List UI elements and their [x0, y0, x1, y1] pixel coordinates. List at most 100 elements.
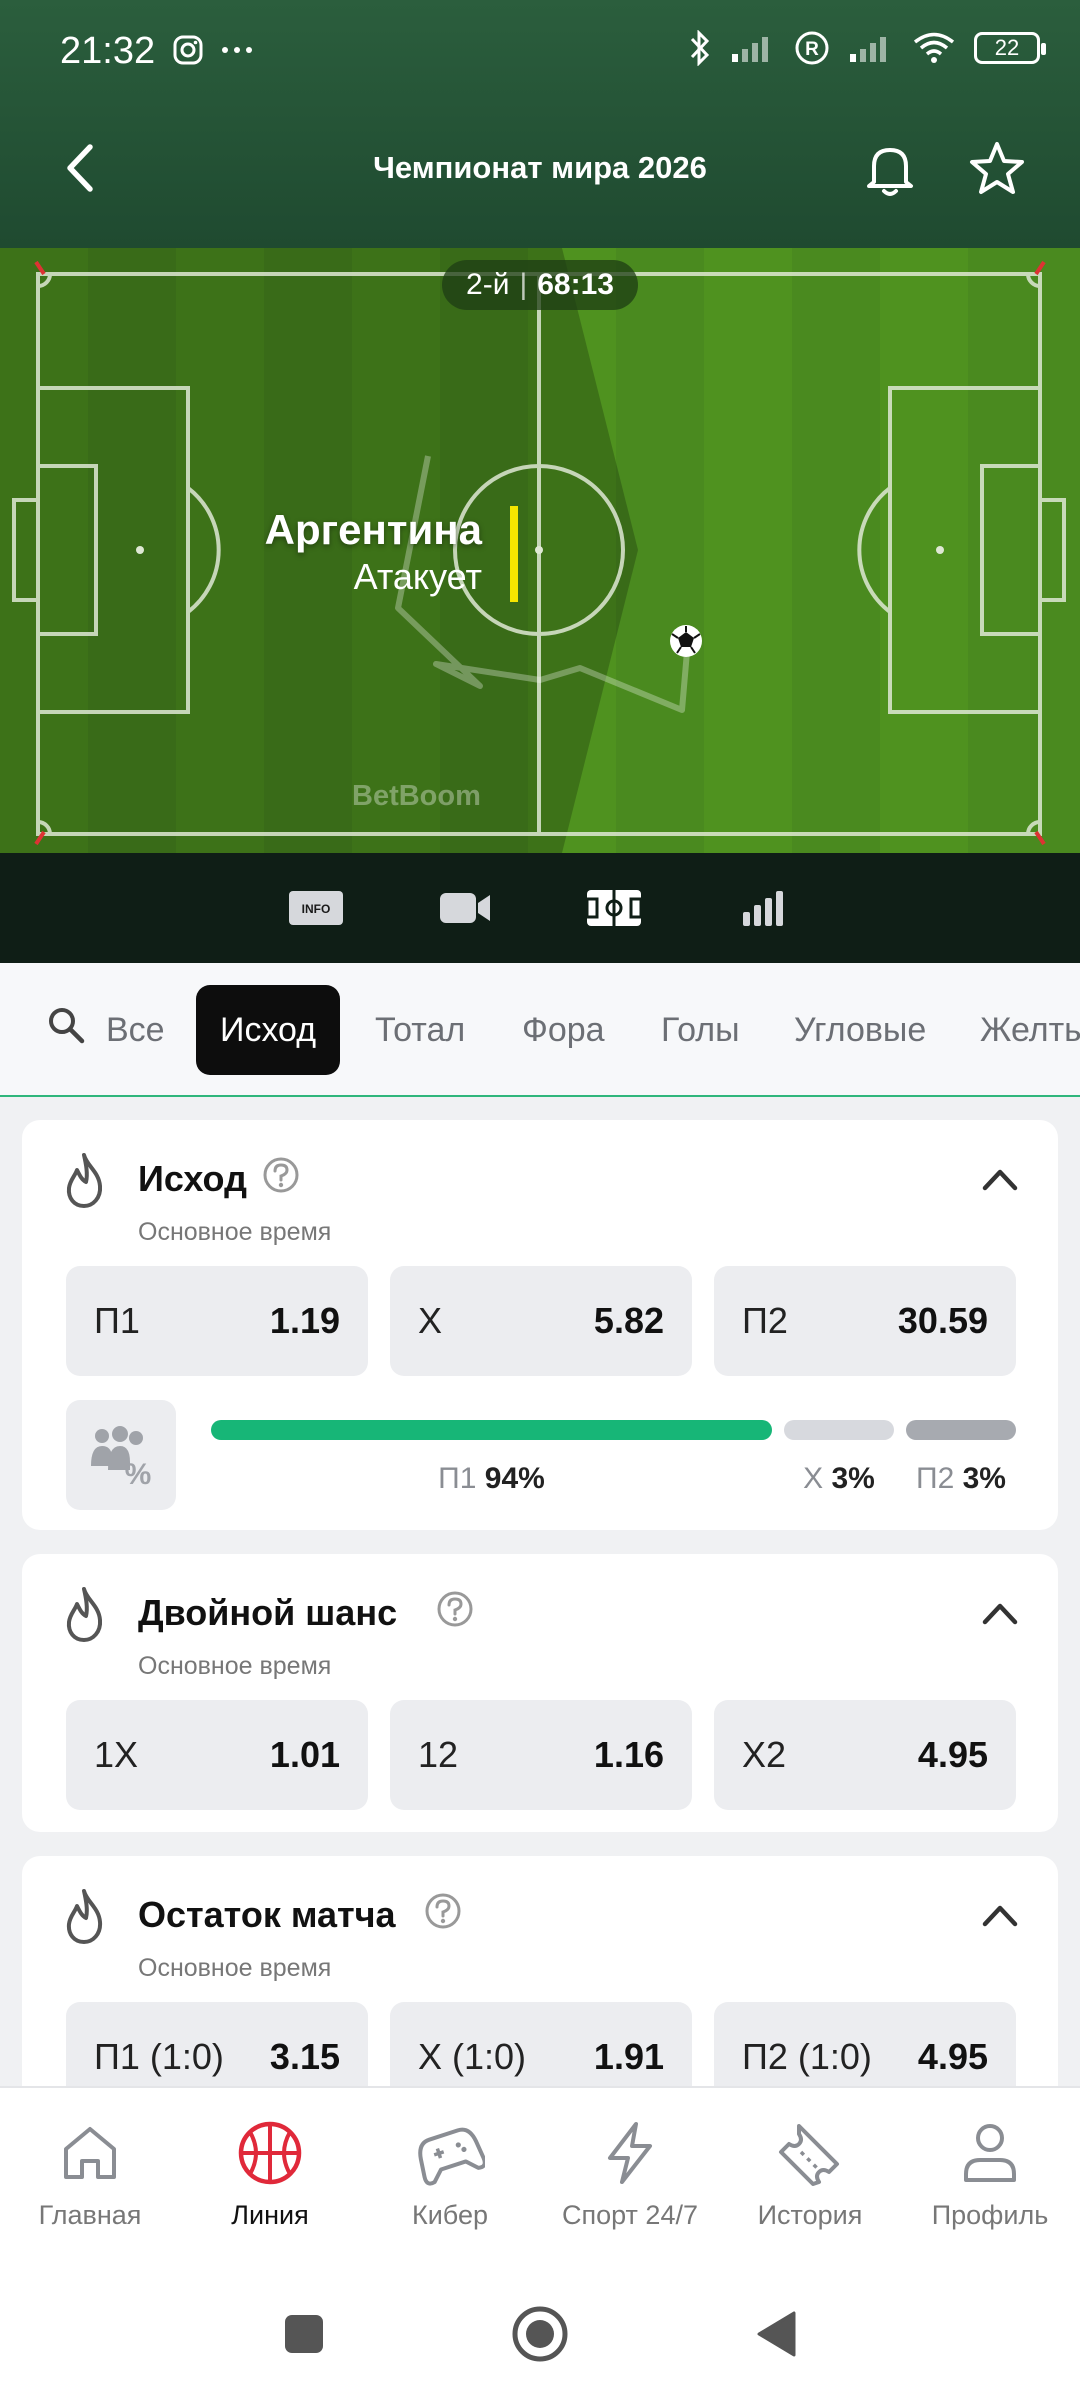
notifications-button[interactable]: [855, 134, 925, 204]
tab-stats[interactable]: [734, 883, 794, 933]
market-header[interactable]: Исход Основное время: [22, 1120, 1058, 1260]
share-key: П1: [438, 1462, 477, 1495]
svg-text:R: R: [805, 39, 819, 60]
odd-value: 1.01: [269, 1734, 340, 1775]
star-icon: [970, 142, 1024, 194]
nav-row: Чемпионат мира 2026: [0, 130, 1080, 210]
market-card-double-chance: Двойной шанс Основное время 1X 1.01 12 1…: [22, 1554, 1058, 1832]
roaming-icon: R: [795, 31, 829, 65]
market-title: Двойной шанс: [138, 1592, 398, 1633]
nav-label: Профиль: [931, 2200, 1049, 2230]
odd-button-12[interactable]: 12 1.16: [390, 1700, 692, 1810]
share-value: 3%: [831, 1462, 875, 1495]
odd-button-x2[interactable]: X2 4.95: [714, 1700, 1016, 1810]
match-time: 68:13: [537, 268, 614, 301]
signal-icon: [850, 37, 886, 62]
share-value: 94%: [484, 1462, 545, 1495]
help-icon[interactable]: [262, 1156, 300, 1194]
filter-total[interactable]: Тотал: [375, 985, 465, 1075]
nav-line[interactable]: Линия: [180, 2118, 360, 2258]
recents-button[interactable]: [274, 2304, 334, 2364]
odd-button-p2[interactable]: П2 30.59: [714, 1266, 1016, 1376]
status-left-icons: [172, 34, 254, 66]
match-period: 2-й: [466, 268, 510, 301]
nav-sport-24-7[interactable]: Спорт 24/7: [540, 2118, 720, 2258]
share-value: 3%: [962, 1462, 1006, 1495]
filter-outcome[interactable]: Исход: [196, 985, 341, 1075]
help-icon[interactable]: [424, 1892, 462, 1930]
nav-label: Главная: [38, 2200, 142, 2230]
nav-history[interactable]: История: [720, 2118, 900, 2258]
market-subtitle: Основное время: [138, 1652, 332, 1680]
odd-button-p1[interactable]: П1 1.19: [66, 1266, 368, 1376]
share-label-p1: П1 94%: [438, 1462, 545, 1496]
status-time: 21:32: [60, 30, 156, 72]
filter-corners[interactable]: Угловые: [794, 985, 926, 1075]
bet-share: % П1 94% X 3% П2 3%: [66, 1400, 1016, 1510]
filter-goals[interactable]: Голы: [661, 985, 740, 1075]
odd-button-x[interactable]: X 5.82: [390, 1266, 692, 1376]
screen: 21:32 R 22 Чемпионат мира 2026 2-й | 68:…: [0, 0, 1080, 2400]
match-tracker[interactable]: 2-й | 68:13 Аргентина Атакует BetBoom: [0, 248, 1080, 853]
info-icon-label: INFO: [302, 902, 331, 916]
odd-label: X: [418, 1300, 443, 1342]
search-icon[interactable]: [46, 1005, 86, 1045]
share-bar-x: [784, 1420, 894, 1440]
market-header[interactable]: Остаток матча Основное время: [22, 1856, 1058, 1996]
chevron-up-icon[interactable]: [980, 1900, 1020, 1930]
tab-video[interactable]: [436, 883, 496, 933]
help-icon[interactable]: [436, 1590, 474, 1628]
battery-icon: 22: [974, 32, 1046, 64]
media-tabs: INFO: [0, 853, 1080, 963]
nav-label: Кибер: [411, 2200, 488, 2230]
market-title: Остаток матча: [138, 1894, 396, 1935]
nav-profile[interactable]: Профиль: [900, 2118, 1080, 2258]
profile-icon: [955, 2118, 1025, 2188]
instagram-icon: [173, 35, 203, 65]
clock-separator: |: [519, 268, 528, 301]
nav-label: Спорт 24/7: [562, 2200, 698, 2230]
team-name: Аргентина: [264, 506, 482, 553]
more-icon: [222, 47, 252, 53]
square-icon: [285, 2315, 323, 2353]
share-label-p2: П2 3%: [916, 1462, 1006, 1496]
nav-home[interactable]: Главная: [0, 2118, 180, 2258]
favorite-button[interactable]: [962, 134, 1032, 204]
status-right: R 22: [688, 30, 1046, 66]
nav-label: Линия: [231, 2200, 309, 2230]
video-icon: [440, 893, 490, 923]
chevron-up-icon[interactable]: [980, 1598, 1020, 1628]
brand-watermark: BetBoom: [352, 780, 481, 812]
filter-all[interactable]: Все: [106, 985, 165, 1075]
home-button[interactable]: [510, 2304, 570, 2364]
flame-icon: [66, 1889, 103, 1944]
filter-yellow-cards[interactable]: Желтые: [980, 985, 1080, 1075]
chevron-up-icon[interactable]: [980, 1164, 1020, 1194]
odd-value: 5.82: [593, 1300, 664, 1341]
filter-handicap[interactable]: Фора: [522, 985, 605, 1075]
odd-button-1x[interactable]: 1X 1.01: [66, 1700, 368, 1810]
tab-info[interactable]: INFO: [286, 883, 346, 933]
odd-label: 1X: [94, 1734, 139, 1776]
bell-icon: [867, 148, 913, 196]
tab-field[interactable]: [584, 883, 644, 933]
nav-cyber[interactable]: Кибер: [360, 2118, 540, 2258]
market-header[interactable]: Двойной шанс Основное время: [22, 1554, 1058, 1694]
odd-value: 4.95: [917, 1734, 988, 1775]
odd-label: П1: [94, 1300, 140, 1342]
flame-icon: [66, 1153, 103, 1208]
bet-share-button[interactable]: %: [66, 1400, 176, 1510]
lightning-icon: [595, 2118, 665, 2188]
system-back-button[interactable]: [746, 2304, 806, 2364]
share-key: X: [803, 1462, 824, 1495]
odd-value: 30.59: [897, 1300, 988, 1341]
pitch-graphic: [0, 248, 1080, 853]
gamepad-icon: [415, 2118, 485, 2188]
market-title: Исход: [138, 1158, 247, 1199]
circle-icon: [512, 2306, 568, 2362]
market-card-outcome: Исход Основное время П1 1.19 X 5.82 П2 3…: [22, 1120, 1058, 1530]
attack-info: Аргентина Атакует: [265, 506, 482, 598]
home-icon: [55, 2118, 125, 2188]
triangle-back-icon: [757, 2311, 796, 2357]
odd-value: 1.16: [593, 1734, 664, 1775]
